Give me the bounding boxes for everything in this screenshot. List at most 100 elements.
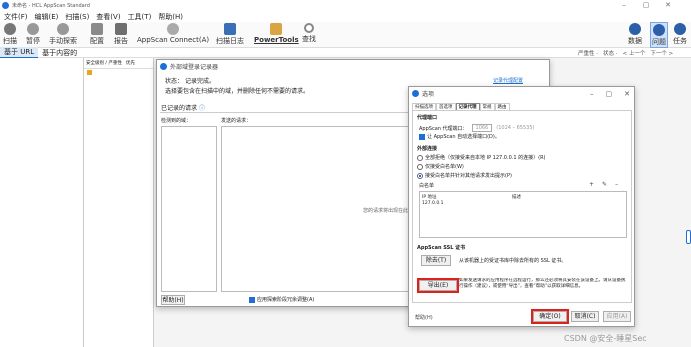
export-cert-desc: 如果发送请求的应用程序在远程运行，那么还必须将其安装在该设备上。请从设备执行操作… <box>459 278 626 289</box>
minimize-button[interactable]: – <box>613 0 635 11</box>
connect-icon <box>167 23 180 35</box>
data-icon <box>629 23 641 35</box>
ok-button[interactable]: 确定(O) <box>531 309 569 324</box>
side-scroll-handle[interactable] <box>686 230 691 244</box>
appscan-connect-button[interactable]: AppScan Connect(A) <box>137 22 209 44</box>
recorder-dialog-titlebar: 外部域登录记录器 <box>157 60 549 72</box>
menu-tools[interactable]: 工具(T) <box>128 12 152 22</box>
radio-whitelist-only[interactable]: 仅接受白名单(W) <box>417 163 464 170</box>
watermark: CSDN @安全-睡星Sec <box>564 334 647 343</box>
prev-button[interactable]: < 上一个 <box>623 49 646 57</box>
edit-icon[interactable]: ✎ <box>602 181 607 188</box>
next-button[interactable]: 下一个 > <box>650 49 673 57</box>
tab-by-content[interactable]: 基于内容的 <box>38 48 81 58</box>
status-filter[interactable]: 状态 · <box>603 49 618 57</box>
recorder-status: 状态： 记录完成。 <box>165 78 215 85</box>
config-button[interactable]: 配置 <box>90 22 104 46</box>
config-icon <box>91 23 103 35</box>
auto-port-option[interactable]: 让 AppScan 自动选择端口(D)。 <box>419 133 500 140</box>
radio-deny-all-circle[interactable] <box>417 154 423 161</box>
list-col-priority[interactable]: 优先 <box>126 60 135 66</box>
powertools-button[interactable]: PowerTools <box>254 22 299 44</box>
report-button[interactable]: 报告 <box>114 22 128 46</box>
find-button[interactable]: 查找 <box>302 22 316 44</box>
app-title: 未命名 - HCL AppScan Standard <box>12 3 90 9</box>
remove-cert-button[interactable]: 除去(T) <box>421 255 451 266</box>
whitelist-label: 白名单 <box>419 183 435 189</box>
radio-whitelist-prompt-label: 接受白名单并针对其他请求发出提示(P) <box>425 173 512 179</box>
proxy-port-input[interactable]: 1066 <box>471 124 493 132</box>
scan-button[interactable]: 扫描 <box>3 22 17 46</box>
app-icon <box>2 2 9 9</box>
scan-log-button[interactable]: 扫描日志 <box>216 22 244 46</box>
issues-view-button[interactable]: 问题 <box>650 22 668 48</box>
tab-by-url[interactable]: 基于 URL <box>0 46 39 59</box>
options-close-button[interactable]: ✕ <box>624 90 630 98</box>
radio-whitelist-only-circle[interactable] <box>417 163 423 170</box>
whitelist-col-ip[interactable]: IP 地址 <box>422 194 512 200</box>
proxy-port-label: AppScan 代理端口： <box>419 125 468 132</box>
options-maximize-button[interactable]: ▢ <box>606 90 613 98</box>
issue-list-pane[interactable]: 安全级别 / 严重性 优先 <box>84 58 154 347</box>
recorded-requests-heading: 已记录的请求 ⓘ <box>161 105 205 112</box>
data-view-button[interactable]: 数据 <box>628 22 642 46</box>
radio-deny-all-label: 全部拒绝（仅接受来自本地 IP 127.0.0.1 的连接）(R) <box>425 155 546 161</box>
add-icon[interactable]: + <box>589 181 594 188</box>
auto-tune-checkbox[interactable] <box>249 296 255 303</box>
detected-domains-label: 检测到的域： <box>161 118 192 124</box>
whitelist-col-desc[interactable]: 描述 <box>512 194 521 200</box>
auto-tune-option[interactable]: 应用探索阶段冗余调整(A) <box>249 296 314 303</box>
tab-scan-options[interactable]: 扫描选项 <box>412 103 436 110</box>
recorder-instruction: 选择要包含在扫描中的域，并删除任何不需要的请求。 <box>165 88 310 95</box>
cancel-button[interactable]: 取消(C) <box>571 311 599 322</box>
maximize-button[interactable]: ▢ <box>635 0 657 11</box>
options-tabs: 扫描选项 首选项 记录代理 常规 路由 <box>412 103 510 110</box>
whitelist-table[interactable]: IP 地址 描述 127.0.0.1 <box>419 191 627 238</box>
table-row[interactable]: 127.0.0.1 <box>420 200 626 207</box>
radio-deny-all[interactable]: 全部拒绝（仅接受来自本地 IP 127.0.0.1 的连接）(R) <box>417 154 546 161</box>
menu-view[interactable]: 查看(V) <box>96 12 120 22</box>
radio-whitelist-prompt-circle[interactable] <box>417 172 423 179</box>
severity-filter[interactable]: 严重性 · <box>578 49 598 57</box>
list-col-severity[interactable]: 安全级别 / 严重性 <box>86 60 122 66</box>
options-minimize-button[interactable]: – <box>590 90 594 98</box>
tasks-view-button[interactable]: 任务 <box>673 22 687 46</box>
remove-icon[interactable]: – <box>615 181 618 188</box>
window-controls: – ▢ ✕ <box>613 0 679 11</box>
manual-explore-button[interactable]: 手动探索 <box>49 22 77 46</box>
proxy-port-group-label: 代理端口 <box>417 115 438 121</box>
tab-routing[interactable]: 路由 <box>494 103 510 110</box>
url-tree-pane[interactable] <box>0 58 84 347</box>
lock-icon <box>87 70 92 75</box>
options-dialog: 选项 – ▢ ✕ 扫描选项 首选项 记录代理 常规 路由 代理端口 AppSca… <box>408 86 635 327</box>
options-help-link[interactable]: 帮助(H) <box>415 314 433 321</box>
radio-whitelist-prompt[interactable]: 接受白名单并针对其他请求发出提示(P) <box>417 172 512 179</box>
pause-icon <box>27 23 39 35</box>
manual-explore-icon <box>57 23 69 35</box>
menu-help[interactable]: 帮助(H) <box>158 12 183 22</box>
app-titlebar: 未命名 - HCL AppScan Standard – ▢ ✕ <box>0 0 691 11</box>
menu-scan[interactable]: 扫描(S) <box>65 12 89 22</box>
tab-general[interactable]: 常规 <box>479 103 495 110</box>
tab-recording-proxy[interactable]: 记录代理 <box>455 103 480 110</box>
close-button[interactable]: ✕ <box>657 0 679 11</box>
radio-whitelist-only-label: 仅接受白名单(W) <box>425 164 464 170</box>
menu-edit[interactable]: 编辑(E) <box>35 12 59 22</box>
options-dialog-titlebar: 选项 – ▢ ✕ <box>409 87 634 100</box>
recorder-dialog-icon <box>160 62 167 70</box>
menu-file[interactable]: 文件(F) <box>4 12 28 22</box>
export-cert-button[interactable]: 导出(E) <box>417 278 459 293</box>
remove-cert-desc: 从该机器上的受证书库中除去所有的 SSL 证书。 <box>459 258 567 264</box>
filter-bar: 严重性 · 状态 · < 上一个 下一个 > <box>578 49 673 57</box>
external-connections-label: 外部连接 <box>417 146 438 152</box>
auto-port-checkbox[interactable] <box>419 133 425 140</box>
proxy-config-link[interactable]: 记录代理配置 <box>493 77 523 84</box>
proxy-port-row: AppScan 代理端口： 1066 (1024 – 65535) <box>419 124 534 132</box>
recorder-help-button[interactable]: 帮助(H) <box>161 295 185 305</box>
detected-domains-list[interactable] <box>161 126 217 292</box>
apply-button[interactable]: 应用(A) <box>603 311 631 322</box>
tab-preferences[interactable]: 首选项 <box>436 103 456 110</box>
pause-button[interactable]: 暂停 <box>26 22 40 46</box>
scan-log-icon <box>224 23 236 35</box>
auto-port-label: 让 AppScan 自动选择端口(D)。 <box>427 134 500 140</box>
